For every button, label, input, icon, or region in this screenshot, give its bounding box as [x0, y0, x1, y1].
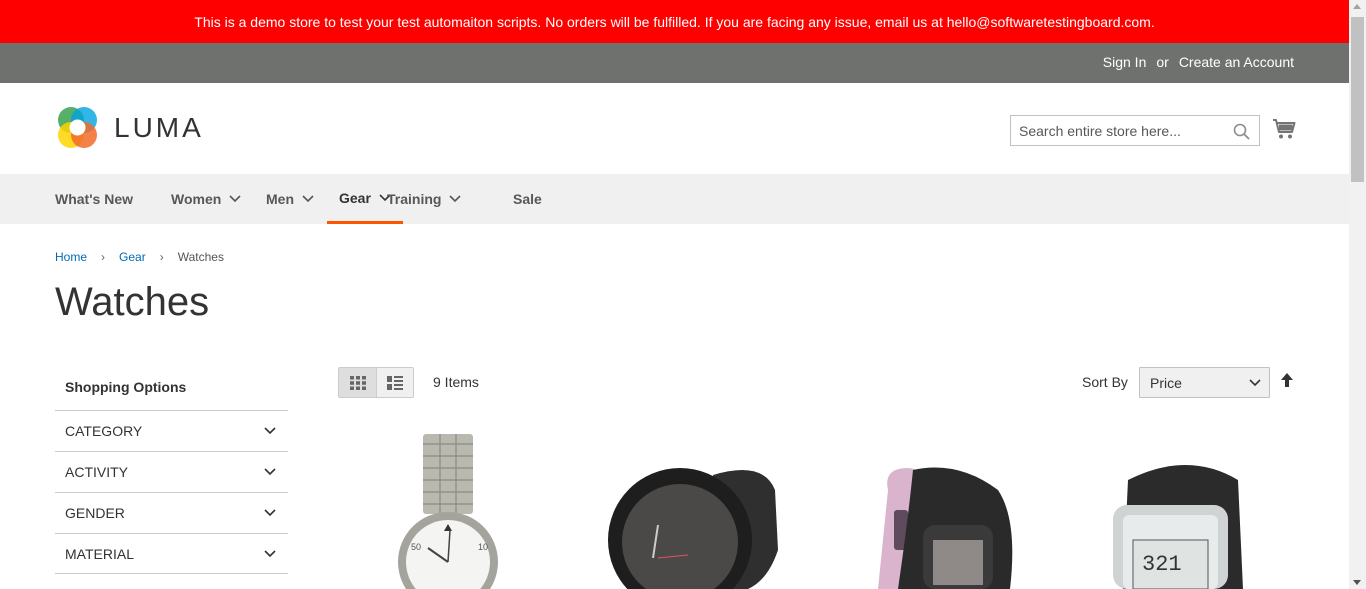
filter-activity[interactable]: ACTIVITY — [55, 451, 288, 492]
nav-label: Women — [171, 191, 222, 207]
chevron-down-icon — [229, 195, 241, 203]
chevron-down-icon — [264, 427, 276, 435]
item-count: 9 Items — [433, 374, 479, 390]
breadcrumb-home-link[interactable]: Home — [55, 250, 87, 264]
demo-notice-text: This is a demo store to test your test a… — [194, 13, 1155, 30]
nav-label: Men — [266, 191, 294, 207]
product-item[interactable]: 321 — [1088, 430, 1296, 589]
chevron-down-icon — [264, 509, 276, 517]
sign-in-link[interactable]: Sign In — [1103, 54, 1147, 70]
or-separator: or — [1156, 54, 1169, 70]
chevron-down-icon — [449, 195, 462, 203]
nav-women[interactable]: Women — [171, 174, 241, 224]
breadcrumb-gear-link[interactable]: Gear — [119, 250, 146, 264]
view-mode-switcher — [338, 367, 414, 398]
create-account-link[interactable]: Create an Account — [1179, 54, 1294, 70]
shopping-options-sidebar: Shopping Options CATEGORY ACTIVITY GENDE… — [55, 364, 288, 574]
filter-material[interactable]: MATERIAL — [55, 533, 288, 574]
nav-training[interactable]: Training — [387, 174, 462, 224]
filter-gender[interactable]: GENDER — [55, 492, 288, 533]
grid-icon — [349, 375, 366, 390]
sort-by-select[interactable]: Price — [1139, 367, 1270, 398]
store-logo[interactable]: LUMA — [55, 105, 204, 150]
main-navigation: What's New Women Men Gear Training Sale — [0, 174, 1349, 224]
nav-label: Sale — [513, 191, 542, 207]
product-item[interactable] — [838, 430, 1058, 589]
sidebar-title: Shopping Options — [65, 379, 187, 395]
breadcrumb-current: Watches — [177, 250, 224, 264]
logo-text: LUMA — [114, 111, 204, 143]
svg-text:321: 321 — [1142, 552, 1182, 577]
nav-sale[interactable]: Sale — [513, 174, 542, 224]
chevron-down-icon — [302, 195, 314, 203]
header-top-bar: Sign In or Create an Account — [0, 43, 1349, 83]
filter-label: ACTIVITY — [65, 464, 129, 480]
page-title: Watches — [55, 280, 210, 324]
products-toolbar: 9 Items Sort By Price — [338, 367, 1296, 398]
list-icon — [387, 375, 403, 390]
nav-label: Training — [387, 191, 442, 207]
product-image[interactable]: 321 — [1088, 430, 1296, 589]
filter-label: MATERIAL — [65, 545, 134, 562]
product-item[interactable] — [588, 430, 808, 589]
search-box — [1010, 115, 1260, 146]
page-scrollbar[interactable] — [1349, 0, 1366, 589]
list-view-button[interactable] — [376, 368, 413, 397]
breadcrumb-separator-icon: › — [159, 250, 164, 264]
site-header: LUMA — [0, 83, 1349, 174]
product-image[interactable] — [838, 430, 1058, 589]
scroll-down-arrow-icon[interactable] — [1353, 580, 1361, 585]
sort-selected-value: Price — [1150, 374, 1182, 391]
chevron-down-icon — [264, 549, 276, 557]
svg-text:50: 50 — [411, 542, 421, 552]
nav-whats-new[interactable]: What's New — [55, 174, 133, 224]
svg-text:10: 10 — [478, 542, 488, 552]
sort-by-label: Sort By — [1082, 374, 1128, 390]
grid-view-button[interactable] — [339, 368, 376, 397]
chevron-down-icon — [1249, 378, 1261, 386]
search-icon[interactable] — [1233, 123, 1250, 145]
breadcrumb-separator-icon: › — [101, 250, 106, 264]
product-image[interactable] — [588, 430, 808, 589]
luma-logo-icon — [58, 107, 97, 148]
product-item[interactable]: 50 10 — [338, 430, 558, 589]
search-input[interactable] — [1011, 116, 1221, 145]
chevron-down-icon — [264, 468, 276, 476]
demo-notice-banner: This is a demo store to test your test a… — [0, 0, 1349, 43]
filter-category[interactable]: CATEGORY — [55, 410, 288, 451]
breadcrumb: Home › Gear › Watches — [55, 250, 224, 264]
scroll-up-arrow-icon[interactable] — [1353, 4, 1361, 9]
filter-label: GENDER — [65, 505, 125, 521]
sort-direction-arrow-up-icon[interactable] — [1280, 372, 1294, 393]
product-image[interactable]: 50 10 — [338, 430, 558, 589]
account-links: Sign In or Create an Account — [1103, 54, 1294, 70]
filter-label: CATEGORY — [65, 423, 143, 439]
product-grid: 50 10 321 — [338, 430, 1296, 589]
scrollbar-thumb[interactable] — [1351, 17, 1364, 182]
cart-icon[interactable] — [1272, 118, 1296, 145]
nav-label: What's New — [55, 191, 134, 207]
nav-label: Gear — [339, 189, 371, 206]
nav-men[interactable]: Men — [266, 174, 314, 224]
